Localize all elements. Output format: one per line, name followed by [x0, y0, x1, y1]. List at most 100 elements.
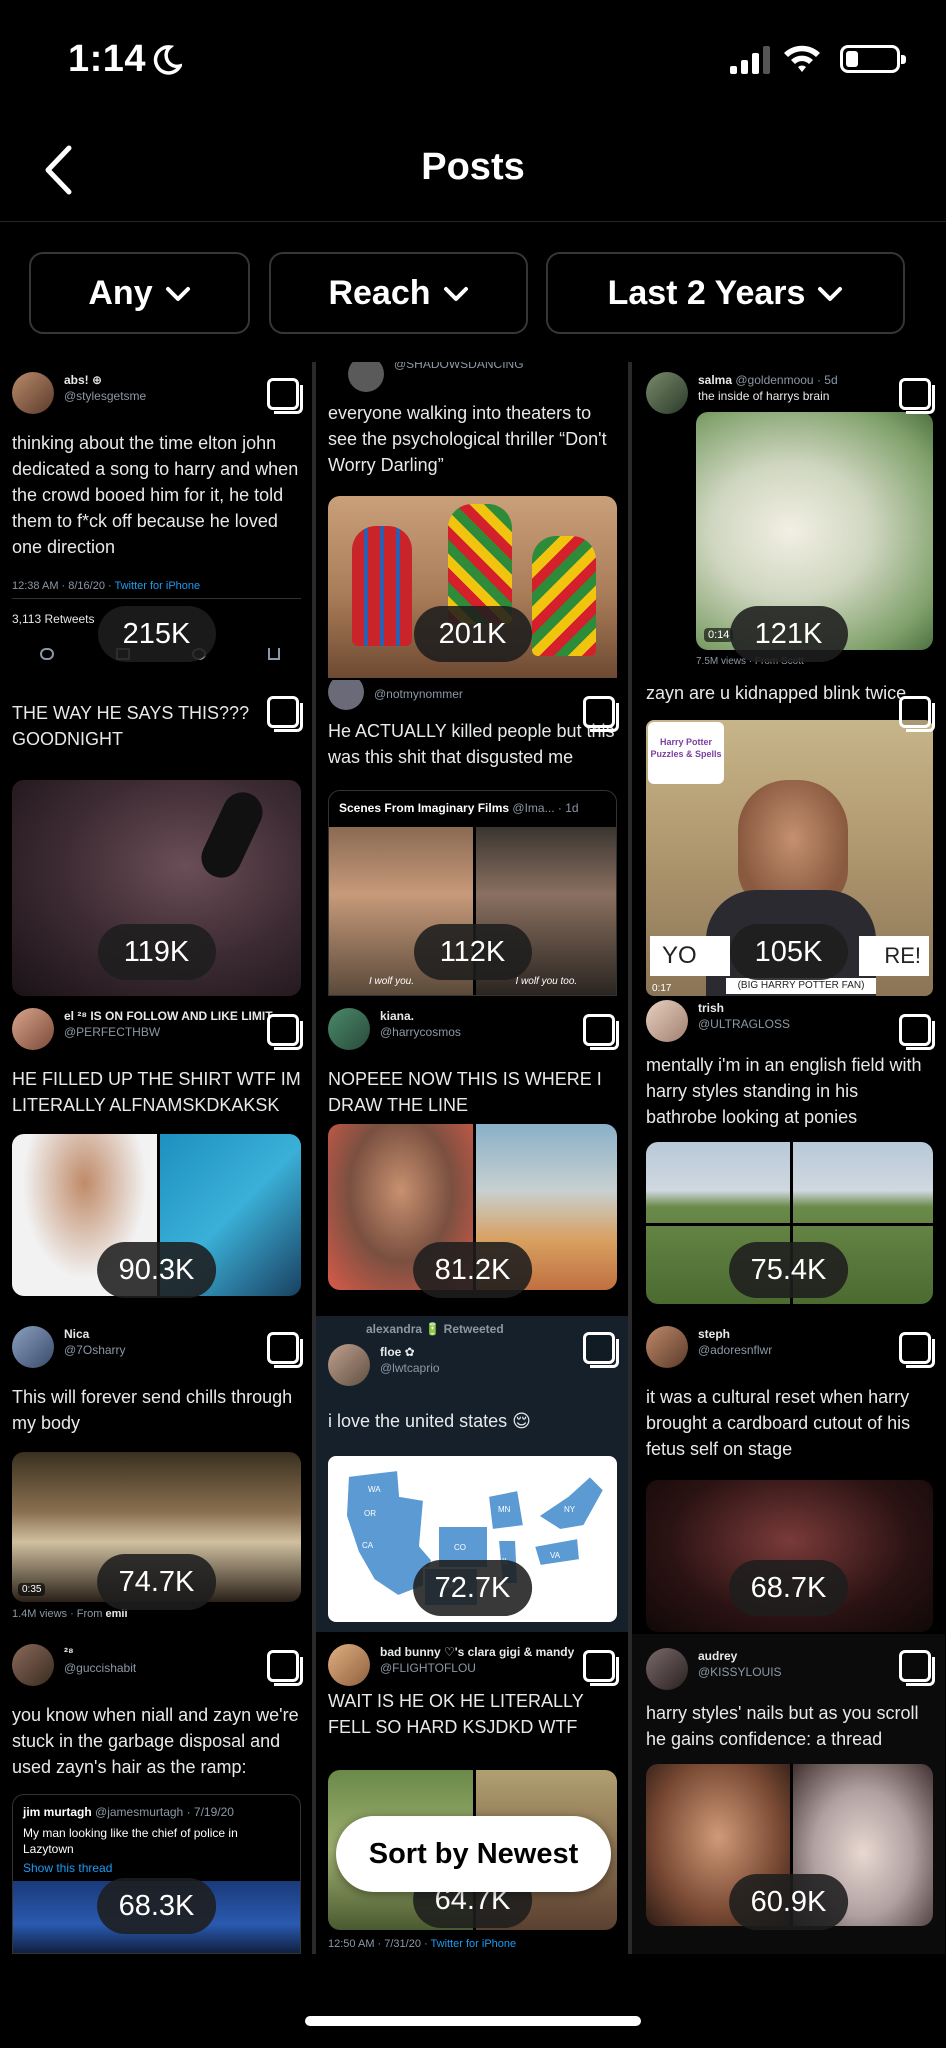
chevron-down-icon: [165, 287, 190, 301]
multi-image-icon: [583, 1650, 619, 1686]
multi-image-icon: [899, 1650, 935, 1686]
multi-image-icon: [267, 696, 303, 732]
post-tile[interactable]: trish @ULTRAGLOSS mentally i'm in an engl…: [632, 998, 945, 1314]
post-tile[interactable]: audrey @KISSYLOUIS harry styles' nails bu…: [632, 1634, 945, 1954]
reply-icon: [40, 648, 54, 660]
map-label: CO: [454, 1543, 466, 1552]
tweet-header: @SHADOWSDANCING: [328, 362, 589, 392]
post-tile[interactable]: zayn are u kidnapped blink twice Harry P…: [632, 680, 945, 996]
tweet-handle: @adoresnflwr: [698, 1343, 773, 1357]
multi-image-icon: [267, 1332, 303, 1368]
tweet-header: ²⁸ @guccishabit: [12, 1644, 273, 1686]
tweet-header: el ²⁸ IS ON FOLLOW AND LIKE LIMIT @PERFEC…: [12, 1008, 273, 1050]
filter-bar: Any Reach Last 2 Years: [0, 222, 946, 360]
tweet-author: kiana.: [380, 1009, 415, 1023]
reach-count-badge: 201K: [413, 606, 532, 662]
retweet-label: alexandra 🔋 Retweeted: [366, 1322, 504, 1336]
tweet-author: ²⁸: [64, 1645, 74, 1659]
microphone-figure: [194, 785, 270, 885]
show-thread-link[interactable]: Show this thread: [23, 1861, 112, 1875]
spiderman-figure: [352, 526, 412, 646]
tweet-meta: 12:38 AM · 8/16/20 · Twitter for iPhone: [12, 580, 201, 592]
multi-image-icon: [583, 1332, 619, 1368]
tweet-handle: @PERFECTHBW: [64, 1025, 161, 1039]
post-tile[interactable]: el ²⁸ IS ON FOLLOW AND LIKE LIMIT @PERFEC…: [0, 998, 313, 1314]
post-tile[interactable]: salma @goldenmoou · 5d the inside of harr…: [632, 362, 945, 678]
reach-count-badge: 74.7K: [96, 1554, 217, 1610]
map-label: WA: [368, 1485, 381, 1494]
post-tile[interactable]: ²⁸ @guccishabit you know when niall and z…: [0, 1634, 313, 1954]
avatar: [646, 1326, 688, 1368]
tweet-author: salma: [698, 373, 733, 387]
tweet-handle: @guccishabit: [64, 1661, 137, 1675]
post-tile[interactable]: @notmynommer He ACTUALLY killed people b…: [316, 680, 629, 996]
reach-count-badge: 119K: [97, 924, 216, 980]
status-bar: 1:14: [0, 0, 946, 120]
tweet-text: He ACTUALLY killed people but this was t…: [328, 721, 615, 767]
tweet-text: everyone walking into theaters to see th…: [328, 403, 607, 475]
quoted-tweet-header: jim murtagh @jamesmurtagh · 7/19/20: [23, 1805, 234, 1819]
avatar: [12, 372, 54, 414]
avatar: [646, 372, 688, 414]
video-duration: 0:17: [652, 983, 672, 994]
metric-filter-label: Reach: [328, 273, 431, 312]
map-label: OR: [364, 1509, 376, 1518]
tweet-header: @notmynommer: [328, 680, 589, 710]
post-tile[interactable]: bad bunny ♡'s clara gigi & mandy @FLIGHTO…: [316, 1634, 629, 1954]
tweet-handle: @stylesgetsme: [64, 389, 147, 403]
post-tile[interactable]: @SHADOWSDANCING everyone walking into th…: [316, 362, 629, 678]
tweet-header: salma @goldenmoou · 5d the inside of harr…: [646, 372, 905, 414]
tweet-meta: 1.4M views · From emii: [12, 1608, 128, 1620]
metric-filter-dropdown[interactable]: Reach: [269, 252, 528, 334]
tweet-text: thinking about the time elton john dedic…: [12, 433, 299, 557]
home-indicator[interactable]: [305, 2016, 641, 2026]
tweet-author: bad bunny ♡'s clara gigi & mandy: [380, 1645, 575, 1659]
reach-count-badge: 105K: [729, 924, 848, 980]
tweet-text: you know when niall and zayn we're stuck…: [12, 1705, 299, 1777]
tweet-text: NOPEEE NOW THIS IS WHERE I DRAW THE LINE: [328, 1069, 602, 1115]
tweet-text: HE FILLED UP THE SHIRT WTF IM LITERALLY …: [12, 1069, 301, 1115]
tweet-text: mentally i'm in an english field with ha…: [646, 1055, 922, 1127]
chevron-down-icon: [818, 287, 843, 301]
quote-handle: @jamesmurtagh · 7/19/20: [95, 1805, 234, 1819]
multi-image-icon: [583, 1014, 619, 1050]
tweet-meta: 12:50 AM · 7/31/20 · Twitter for iPhone: [328, 1938, 517, 1950]
tweet-text: zayn are u kidnapped blink twice: [646, 683, 907, 703]
multi-image-icon: [899, 1014, 935, 1050]
post-tile[interactable]: alexandra 🔋 Retweeted floe ✿ @lwtcaprio i…: [316, 1316, 629, 1632]
sort-by-newest-button[interactable]: Sort by Newest: [336, 1816, 611, 1892]
reach-count-badge: 90.3K: [96, 1242, 217, 1298]
post-tile[interactable]: Nica @7Osharry This will forever send chi…: [0, 1316, 313, 1632]
tweet-author: steph: [698, 1327, 731, 1341]
tweet-author: el ²⁸ IS ON FOLLOW AND LIKE LIMIT: [64, 1009, 273, 1023]
post-tile[interactable]: THE WAY HE SAYS THIS??? GOODNIGHT 119K: [0, 680, 313, 996]
tweet-stats: 3,113 Retweets: [12, 612, 95, 626]
tweet-text: it was a cultural reset when harry broug…: [646, 1387, 911, 1459]
share-icon: [268, 648, 280, 660]
tweet-handle: @SHADOWSDANCING: [394, 362, 524, 371]
post-tile[interactable]: kiana. @harrycosmos NOPEEE NOW THIS IS WH…: [316, 998, 629, 1314]
quoted-tweet-header: Scenes From Imaginary Films @Ima... · 1d: [339, 801, 579, 815]
date-range-dropdown[interactable]: Last 2 Years: [546, 252, 905, 334]
spiderman-figure: [532, 536, 596, 656]
tweet-header: floe ✿ @lwtcaprio: [328, 1344, 589, 1386]
tweet-handle: @harrycosmos: [380, 1025, 461, 1039]
type-filter-dropdown[interactable]: Any: [29, 252, 250, 334]
status-time: 1:14: [68, 38, 147, 80]
post-tile[interactable]: steph @adoresnflwr it was a cultural rese…: [632, 1316, 945, 1632]
posts-grid: abs! ⊕ @stylesgetsme thinking about the t…: [0, 362, 946, 1954]
quote-text: My man looking like the chief of police …: [23, 1826, 238, 1856]
caption-left: I wolf you.: [369, 976, 415, 987]
multi-image-icon: [583, 696, 619, 732]
reach-count-badge: 75.4K: [728, 1242, 849, 1298]
tweet-header: audrey @KISSYLOUIS: [646, 1648, 905, 1690]
tweet-handle: @FLIGHTOFLOU: [380, 1661, 476, 1675]
multi-image-icon: [267, 378, 303, 414]
cellular-signal-icon: [730, 46, 770, 74]
avatar: [12, 1326, 54, 1368]
reach-count-badge: 112K: [413, 924, 532, 980]
tweet-author: audrey: [698, 1649, 738, 1663]
reach-count-badge: 121K: [729, 606, 848, 662]
sign-subtext: (BIG HARRY POTTER FAN): [726, 978, 876, 994]
post-tile[interactable]: abs! ⊕ @stylesgetsme thinking about the t…: [0, 362, 313, 678]
